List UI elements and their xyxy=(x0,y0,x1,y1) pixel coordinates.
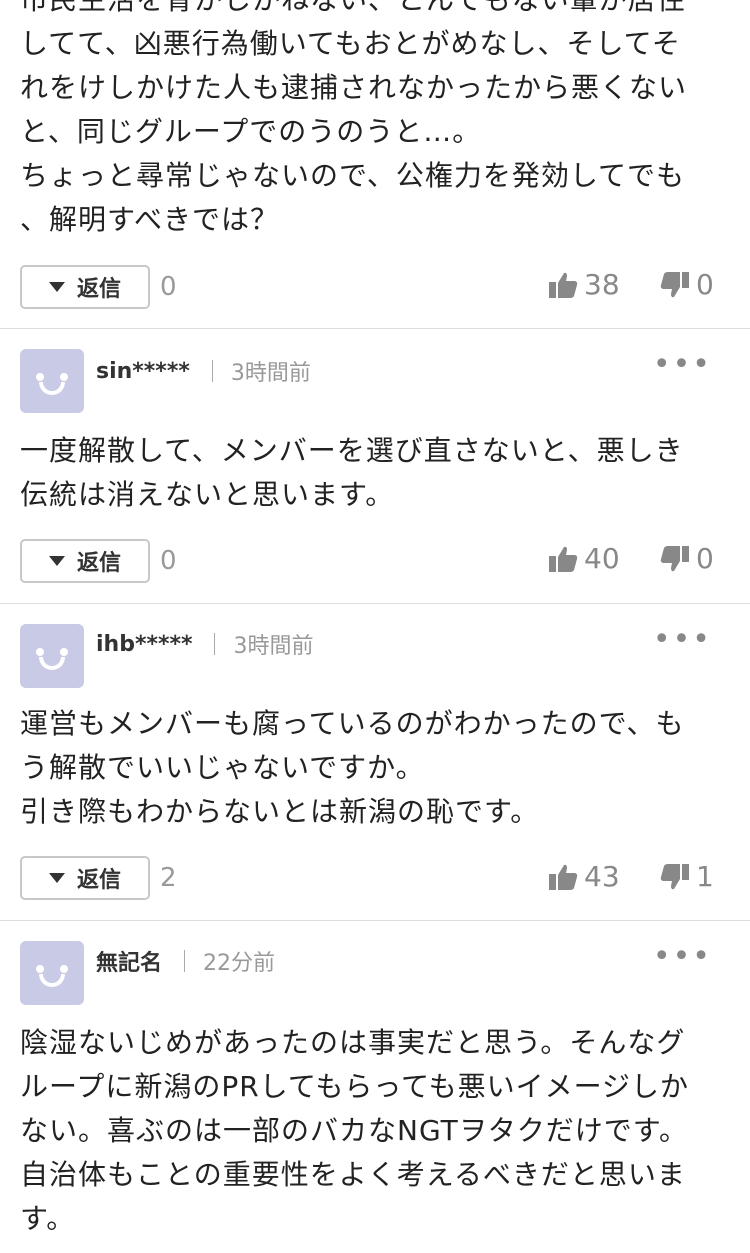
more-icon[interactable]: ••• xyxy=(653,622,712,657)
like-button[interactable]: 38 xyxy=(548,268,620,301)
timestamp: 3時間前 xyxy=(230,361,311,386)
comment-item: ihb***** 3時間前 ••• 運営もメンバーも腐っているのがわかったので、… xyxy=(0,604,750,920)
separator xyxy=(214,633,216,655)
comment-text: 一度解散して、メンバーを選び直さないと、悪しき 伝統は消えないと思います。 xyxy=(20,434,684,511)
timestamp: 22分前 xyxy=(203,951,276,976)
caret-down-icon xyxy=(48,556,65,566)
thumbs-down-icon xyxy=(660,863,689,889)
reply-label: 返信 xyxy=(76,277,121,302)
dislike-count: 0 xyxy=(696,268,714,301)
separator xyxy=(211,360,213,382)
more-icon[interactable]: ••• xyxy=(653,347,712,382)
caret-down-icon xyxy=(48,282,65,292)
timestamp: 3時間前 xyxy=(233,634,314,659)
like-count: 43 xyxy=(584,860,620,893)
more-icon[interactable]: ••• xyxy=(653,939,712,974)
reply-button[interactable]: 返信 xyxy=(20,856,150,900)
thumbs-up-icon xyxy=(549,546,578,572)
dislike-count: 0 xyxy=(696,542,714,575)
comment-text: 市民生活を脅かしかねない、とんでもない輩が居住 してて、凶悪行為働いてもおとがめ… xyxy=(20,0,688,236)
comment-meta: ihb***** 3時間前 xyxy=(96,624,313,664)
comment-text: 運営もメンバーも腐っているのがわかったので、も う解散でいいじゃないですか。 引… xyxy=(20,707,685,828)
default-avatar-icon[interactable] xyxy=(20,349,84,413)
reply-button[interactable]: 返信 xyxy=(20,539,150,583)
default-avatar-icon[interactable] xyxy=(20,941,84,1005)
reply-label: 返信 xyxy=(76,551,121,576)
reply-count: 0 xyxy=(160,272,177,302)
like-count: 40 xyxy=(584,542,620,575)
comment-meta: 無記名 22分前 xyxy=(96,941,275,981)
comment-text: 陰湿ないじめがあったのは事実だと思う。そんなグ ループに新潟のPRしてもらっても… xyxy=(20,1026,690,1235)
comment-meta: sin***** 3時間前 xyxy=(96,351,311,391)
like-count: 38 xyxy=(584,268,620,301)
like-button[interactable]: 40 xyxy=(548,542,620,575)
thumbs-down-icon xyxy=(660,271,689,297)
dislike-button[interactable]: 1 xyxy=(660,860,714,893)
separator xyxy=(184,950,186,972)
dislike-button[interactable]: 0 xyxy=(660,542,714,575)
thumbs-down-icon xyxy=(660,545,689,571)
username[interactable]: ihb***** xyxy=(96,632,192,657)
dislike-count: 1 xyxy=(696,860,714,893)
comment-item: sin***** 3時間前 ••• 一度解散して、メンバーを選び直さないと、悪し… xyxy=(0,329,750,603)
comment-item: 市民生活を脅かしかねない、とんでもない輩が居住 してて、凶悪行為働いてもおとがめ… xyxy=(0,0,750,328)
reply-count: 2 xyxy=(160,863,177,893)
dislike-button[interactable]: 0 xyxy=(660,268,714,301)
reply-button[interactable]: 返信 xyxy=(20,265,150,309)
thumbs-up-icon xyxy=(549,864,578,890)
thumbs-up-icon xyxy=(549,272,578,298)
reply-count: 0 xyxy=(160,546,177,576)
reply-label: 返信 xyxy=(76,868,121,893)
caret-down-icon xyxy=(48,873,65,883)
comment-item: 無記名 22分前 ••• 陰湿ないじめがあったのは事実だと思う。そんなグ ループ… xyxy=(0,921,750,1253)
username[interactable]: 無記名 xyxy=(96,945,162,977)
like-button[interactable]: 43 xyxy=(548,860,620,893)
username[interactable]: sin***** xyxy=(96,359,190,384)
default-avatar-icon[interactable] xyxy=(20,624,84,688)
